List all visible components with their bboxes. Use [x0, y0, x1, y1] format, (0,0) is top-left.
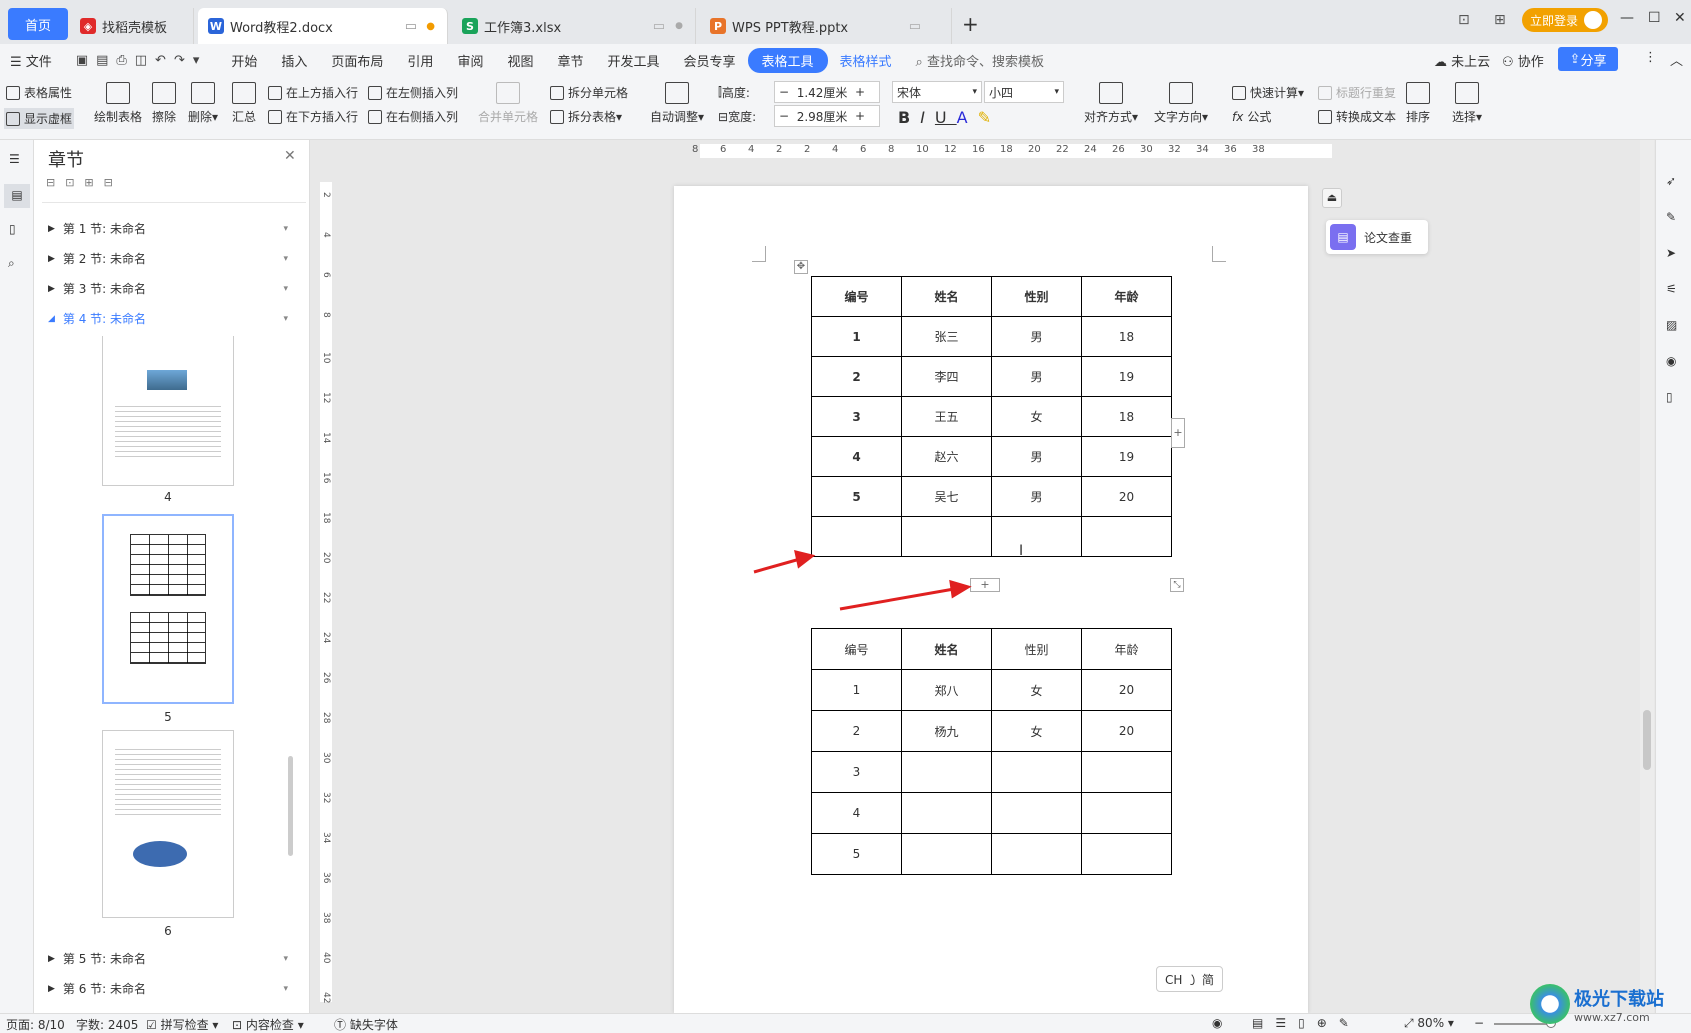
zoom-out-icon[interactable]: − [1474, 1016, 1484, 1030]
paper-check-button[interactable]: ▤ 论文查重 [1326, 220, 1428, 254]
image-icon[interactable]: ▨ [1666, 318, 1677, 332]
paper-check-label: 论文查重 [1364, 230, 1413, 245]
red-arrow [839, 579, 972, 611]
view-mode-icons[interactable]: ▤☰▯⊕✎ [1252, 1016, 1361, 1030]
eye-icon[interactable]: ◉ [1212, 1016, 1222, 1030]
eject-icon[interactable]: ⏏ [1322, 188, 1342, 208]
watermark-icon [1530, 984, 1570, 1024]
content-check[interactable]: ⊡ 内容检查 ▾ [232, 1016, 304, 1033]
watermark-logo: 极光下载站 www.xz7.com [1530, 984, 1664, 1024]
doc-scrollbar[interactable] [1640, 140, 1654, 1013]
book-icon[interactable]: ▯ [1666, 390, 1673, 404]
pen-icon[interactable]: ✎ [1666, 210, 1676, 224]
right-tool-rail: ➶ ✎ ➤ ⚟ ▨ ◉ ▯ [1655, 140, 1691, 1013]
annotation-arrows [753, 549, 972, 611]
status-bar: 页面: 8/10 字数: 2405 ☑ 拼写检查 ▾ ⊡ 内容检查 ▾ Ⓣ 缺失… [0, 1013, 1691, 1033]
watermark-url: www.xz7.com [1574, 1010, 1650, 1024]
label: 内容检查 [245, 1018, 294, 1032]
paper-check-icon: ▤ [1330, 224, 1356, 250]
label: 拼写检查 [160, 1018, 209, 1032]
word-count[interactable]: 字数: 2405 [76, 1016, 138, 1033]
page-indicator[interactable]: 页面: 8/10 [6, 1016, 65, 1033]
cursor-icon[interactable]: ➤ [1666, 246, 1676, 260]
rocket-icon[interactable]: ➶ [1666, 174, 1676, 188]
zoom-level[interactable]: ⤢ 80% ▾ [1404, 1016, 1454, 1031]
missing-font[interactable]: Ⓣ 缺失字体 [334, 1016, 398, 1033]
sliders-icon[interactable]: ⚟ [1666, 282, 1677, 296]
watermark-text: 极光下载站 [1574, 988, 1664, 1010]
scroll-thumb[interactable] [1643, 710, 1651, 770]
red-arrow [753, 549, 816, 574]
location-icon[interactable]: ◉ [1666, 354, 1676, 368]
spell-check[interactable]: ☑ 拼写检查 ▾ [146, 1016, 218, 1033]
label: 缺失字体 [349, 1018, 398, 1032]
zoom-value: 80% [1417, 1016, 1445, 1030]
